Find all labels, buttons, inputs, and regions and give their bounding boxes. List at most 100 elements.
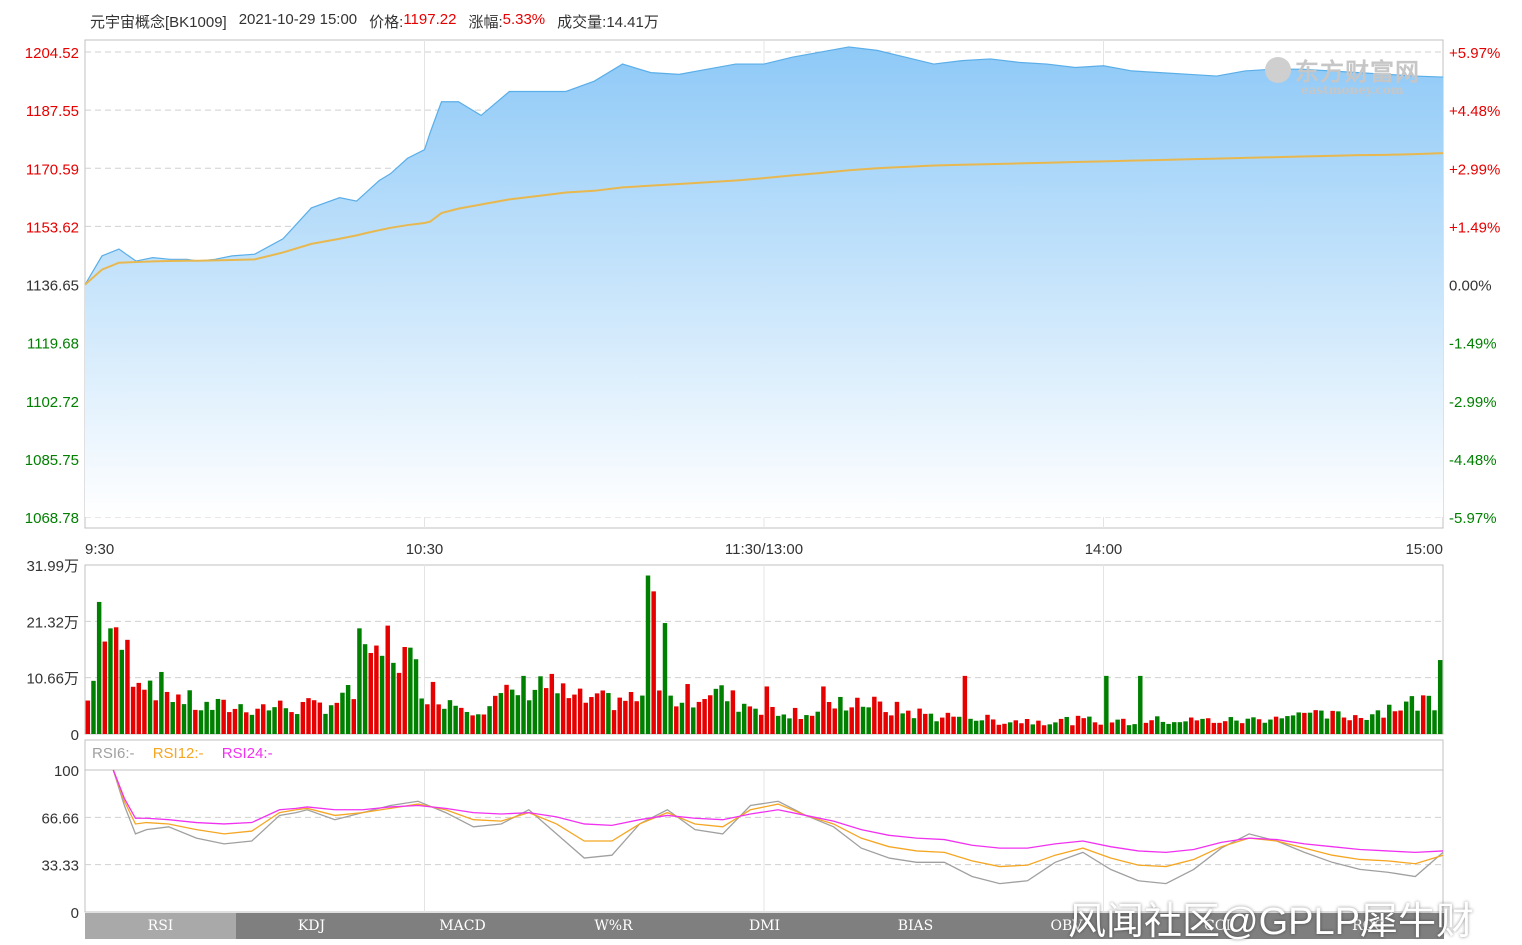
volume-bar — [402, 647, 407, 734]
price-value: 1197.22 — [403, 11, 457, 28]
tab-wpctr[interactable]: W%R — [538, 913, 689, 939]
volume-bar — [1036, 720, 1041, 734]
volume-bar — [232, 708, 238, 734]
volume-bar — [872, 696, 877, 734]
volume-bar — [323, 713, 328, 734]
rsi-y-tick: 0 — [71, 905, 79, 922]
volume-bar — [261, 704, 266, 734]
volume-panel: 31.99万 21.32万 10.66万 0 — [26, 558, 1444, 744]
volume-bar — [1239, 723, 1245, 734]
volume-bar — [272, 707, 277, 734]
volume-bar — [396, 672, 402, 734]
volume-bar — [1217, 722, 1222, 734]
volume-bar — [1234, 720, 1239, 734]
volume-bar — [470, 715, 475, 734]
volume-bar — [374, 645, 379, 734]
volume-bar — [244, 712, 249, 734]
tab-dmi[interactable]: DMI — [689, 913, 840, 939]
x-tick-label: 14:00 — [1085, 541, 1123, 558]
volume-bar — [1109, 722, 1115, 734]
volume-bar — [1290, 715, 1296, 734]
legend-rsi6: RSI6:- — [92, 745, 135, 762]
volume-bar — [990, 719, 996, 734]
volume-bar — [1273, 716, 1279, 734]
volume-bar — [651, 591, 656, 734]
volume-bar — [1143, 722, 1149, 734]
volume-bar — [951, 716, 956, 734]
volume-bar — [792, 707, 798, 734]
volume-bar — [1381, 717, 1386, 734]
volume-bar — [328, 705, 334, 734]
volume-bar — [1177, 722, 1183, 734]
y-tick-left: 1204.52 — [25, 45, 79, 62]
volume-bar — [764, 686, 770, 734]
volume-bar — [979, 720, 985, 734]
index-name: 元宇宙概念[BK1009] — [90, 14, 227, 31]
volume-bar — [770, 706, 775, 734]
volume-bar — [204, 701, 209, 734]
volume-bar — [804, 715, 809, 734]
volume-bar — [153, 700, 158, 734]
volume-bar — [1058, 718, 1064, 734]
y-tick-left: 1068.78 — [25, 510, 79, 527]
price-area — [85, 46, 1443, 517]
change-label: 涨幅: — [468, 14, 503, 31]
volume-bar — [668, 695, 673, 734]
y-tick-right: -5.97% — [1449, 510, 1497, 527]
volume-bar — [1070, 725, 1075, 734]
volume-bar — [611, 710, 617, 734]
volume-bar — [1347, 720, 1352, 734]
volume-bar — [956, 716, 962, 734]
rsi-line-rsi6 — [112, 769, 1444, 885]
volume-bar — [617, 697, 622, 734]
y-tick-right: -4.48% — [1449, 452, 1497, 469]
volume-bar — [838, 696, 843, 734]
volume-bar — [1081, 718, 1086, 734]
volume-bar — [826, 701, 832, 734]
volume-bar — [741, 703, 747, 734]
legend-rsi24: RSI24:- — [221, 745, 273, 762]
volume-bar — [543, 688, 549, 734]
rsi-y-tick: 66.66 — [41, 810, 79, 827]
volume-bar — [1160, 721, 1166, 734]
volume-bar — [1013, 720, 1019, 734]
volume-bar — [130, 686, 136, 734]
tab-rsi[interactable]: RSI — [85, 913, 236, 939]
tab-bias[interactable]: BIAS — [840, 913, 991, 939]
volume-bar — [1041, 725, 1047, 734]
volume-bar — [1155, 716, 1160, 734]
chart-header: 元宇宙概念[BK1009] 2021-10-29 15:00 价格: 1197.… — [90, 11, 659, 32]
volume-bar — [758, 714, 764, 734]
volume-bar — [1092, 722, 1098, 734]
volume-bar — [724, 701, 730, 734]
volume-bar — [1228, 717, 1234, 734]
volume-bar — [600, 690, 605, 734]
volume-bar — [1364, 719, 1369, 734]
volume-bar — [289, 712, 294, 734]
change-value: 5.33% — [502, 11, 546, 28]
volume-bar — [85, 700, 91, 734]
volume-bar — [572, 694, 577, 734]
volume-bar — [1104, 675, 1109, 734]
volume-bar — [464, 711, 470, 734]
tab-macd[interactable]: MACD — [387, 913, 538, 939]
volume-bar — [736, 711, 741, 734]
volume-bar — [1121, 718, 1126, 734]
volume-bar — [594, 693, 600, 734]
volume-bar — [430, 681, 436, 734]
y-tick-right: +4.48% — [1449, 103, 1500, 120]
volume-bar — [1064, 716, 1069, 734]
volume-bar — [1319, 710, 1324, 734]
volume-bar — [255, 708, 260, 734]
volume-bar — [798, 719, 804, 734]
volume-bar — [940, 717, 945, 734]
volume-bar — [487, 706, 492, 734]
tab-kdj[interactable]: KDJ — [236, 913, 387, 939]
volume-bar — [923, 713, 928, 734]
volume-bar — [498, 693, 504, 734]
volume-bar — [679, 702, 685, 734]
volume-y-tick: 10.66万 — [26, 671, 79, 688]
volume-bar — [125, 639, 130, 734]
volume-bar — [877, 701, 883, 734]
volume-bar — [227, 712, 232, 734]
